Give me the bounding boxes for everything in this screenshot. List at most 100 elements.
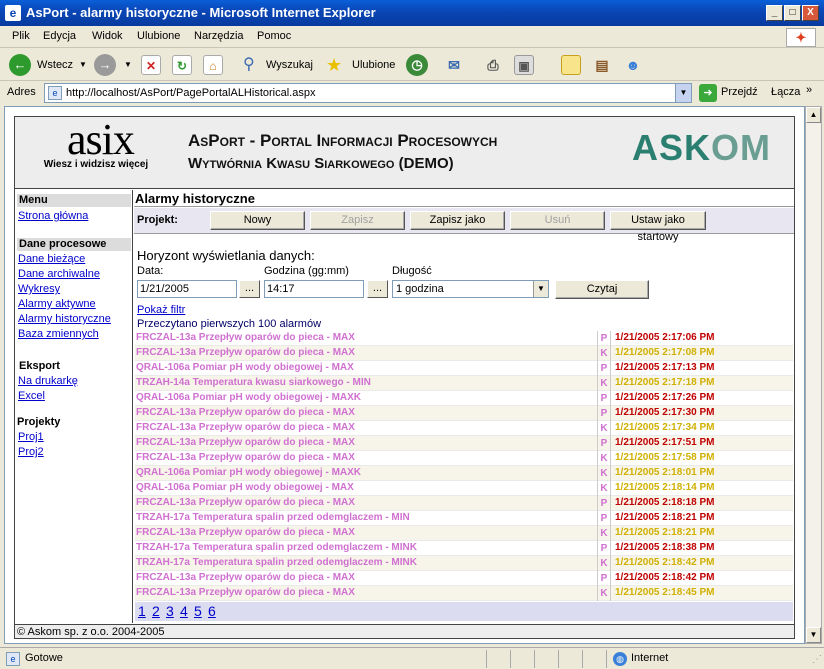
- page-link-4[interactable]: 4: [180, 603, 188, 619]
- date-picker-button[interactable]: ...: [239, 280, 260, 298]
- sidebar-item-historical-alarms[interactable]: Alarmy historyczne: [18, 313, 111, 325]
- main-content: Alarmy historyczne Projekt: Nowy Zapisz …: [134, 190, 794, 623]
- favorites-star-icon[interactable]: ★: [326, 54, 342, 76]
- forward-arrow-icon[interactable]: →: [94, 54, 116, 76]
- page-link-6[interactable]: 6: [208, 603, 216, 619]
- ie-icon: e: [5, 5, 21, 21]
- sidebar-item-print[interactable]: Na drukarkę: [18, 375, 78, 387]
- show-filter-link[interactable]: Pokaż filtr: [137, 304, 185, 316]
- time-picker-button[interactable]: ...: [367, 280, 388, 298]
- askom-logo-b: OM: [711, 127, 772, 168]
- sidebar-item-proj1[interactable]: Proj1: [18, 431, 44, 443]
- search-button-label[interactable]: Wyszukaj: [266, 54, 313, 76]
- alarm-type: P: [597, 541, 611, 556]
- alarm-row: TRZAH-17a Temperatura spalin przed odemg…: [135, 511, 793, 526]
- read-info: Przeczytano pierwszych 100 alarmów: [137, 318, 322, 330]
- sidebar-item-proj2[interactable]: Proj2: [18, 446, 44, 458]
- menu-edit[interactable]: Edycja: [43, 30, 76, 42]
- notes-icon[interactable]: [561, 55, 581, 75]
- page-link-5[interactable]: 5: [194, 603, 202, 619]
- minimize-button[interactable]: _: [766, 5, 783, 21]
- sidebar-item-home[interactable]: Strona główna: [18, 210, 88, 222]
- scroll-up-icon[interactable]: ▲: [806, 107, 821, 123]
- maximize-button[interactable]: □: [784, 5, 801, 21]
- sidebar-item-excel[interactable]: Excel: [18, 390, 45, 402]
- set-start-button[interactable]: Ustaw jako startowy: [610, 211, 706, 243]
- alarm-description: QRAL-106a Pomiar pH wody obiegowej - MAX…: [136, 467, 362, 478]
- page-link-1[interactable]: 1: [138, 603, 146, 619]
- duration-dropdown-icon[interactable]: ▼: [533, 281, 548, 297]
- menu-file[interactable]: Plik: [12, 30, 30, 42]
- mail-icon[interactable]: ✉: [444, 55, 464, 75]
- alarm-description: FRCZAL-13a Przepływ oparów do pieca - MA…: [136, 347, 355, 358]
- alarm-row: FRCZAL-13a Przepływ oparów do pieca - MA…: [135, 586, 793, 601]
- research-icon[interactable]: ▤: [592, 55, 612, 75]
- sidebar-item-current-data[interactable]: Dane bieżące: [18, 253, 85, 265]
- alarm-description: FRCZAL-13a Przepływ oparów do pieca - MA…: [136, 437, 355, 448]
- back-dropdown-icon[interactable]: ▼: [79, 54, 87, 76]
- alarm-row: FRCZAL-13a Przepływ oparów do pieca - MA…: [135, 331, 793, 346]
- time-input[interactable]: 14:17: [264, 280, 364, 298]
- alarm-row: FRCZAL-13a Przepływ oparów do pieca - MA…: [135, 451, 793, 466]
- menu-view[interactable]: Widok: [92, 30, 123, 42]
- alarm-row: TRZAH-14a Temperatura kwasu siarkowego -…: [135, 376, 793, 391]
- sidebar-item-variables[interactable]: Baza zmiennych: [18, 328, 99, 340]
- alarm-description: QRAL-106a Pomiar pH wody obiegowej - MAX: [136, 482, 354, 493]
- page-title: Alarmy historyczne: [134, 190, 794, 207]
- back-arrow-icon[interactable]: ←: [9, 54, 31, 76]
- status-divider: [558, 650, 559, 668]
- edit-icon[interactable]: ▣: [514, 55, 534, 75]
- read-button[interactable]: Czytaj: [555, 280, 649, 299]
- sidebar-item-archive-data[interactable]: Dane archiwalne: [18, 268, 100, 280]
- alarm-time: 1/21/2005 2:17:26 PM: [615, 392, 715, 403]
- alarm-table: FRCZAL-13a Przepływ oparów do pieca - MA…: [135, 331, 793, 601]
- go-button[interactable]: Przejdź: [721, 86, 758, 98]
- favorites-button-label[interactable]: Ulubione: [352, 54, 395, 76]
- project-bar: Projekt: Nowy Zapisz Zapisz jako Usuń Us…: [134, 208, 794, 243]
- delete-button[interactable]: Usuń: [510, 211, 605, 230]
- duration-select[interactable]: 1 godzina ▼: [392, 280, 549, 298]
- address-dropdown-icon[interactable]: ▼: [675, 84, 691, 102]
- alarm-time: 1/21/2005 2:17:30 PM: [615, 407, 715, 418]
- address-bar: Adres e http://localhost/AsPort/PagePort…: [0, 82, 824, 104]
- menu-tools[interactable]: Narzędzia: [194, 30, 244, 42]
- date-input[interactable]: 1/21/2005: [137, 280, 237, 298]
- menu-help[interactable]: Pomoc: [257, 30, 291, 42]
- save-as-button[interactable]: Zapisz jako: [410, 211, 505, 230]
- alarm-description: FRCZAL-13a Przepływ oparów do pieca - MA…: [136, 572, 355, 583]
- new-button[interactable]: Nowy: [210, 211, 305, 230]
- sidebar-item-charts[interactable]: Wykresy: [18, 283, 60, 295]
- alarm-type: P: [597, 391, 611, 406]
- duration-label: Długość: [392, 265, 432, 277]
- close-button[interactable]: X: [802, 5, 819, 21]
- links-button[interactable]: Łącza: [771, 86, 800, 98]
- history-icon[interactable]: ◷: [406, 54, 428, 76]
- alarm-description: FRCZAL-13a Przepływ oparów do pieca - MA…: [136, 497, 355, 508]
- menu-bar: Plik Edycja Widok Ulubione Narzędzia Pom…: [0, 26, 824, 48]
- vertical-scrollbar[interactable]: ▲ ▼: [805, 106, 822, 644]
- alarm-time: 1/21/2005 2:17:06 PM: [615, 332, 715, 343]
- stop-icon[interactable]: ✕: [141, 55, 161, 75]
- refresh-icon[interactable]: ↻: [172, 55, 192, 75]
- alarm-type: K: [597, 556, 611, 571]
- links-chevron-icon[interactable]: »: [806, 84, 812, 96]
- address-input[interactable]: e http://localhost/AsPort/PagePortalALHi…: [44, 83, 692, 103]
- security-zone: Internet: [631, 652, 669, 664]
- search-icon[interactable]: ⚲: [243, 54, 255, 76]
- scroll-down-icon[interactable]: ▼: [806, 627, 821, 643]
- sidebar-item-active-alarms[interactable]: Alarmy aktywne: [18, 298, 96, 310]
- print-icon[interactable]: ⎙: [483, 55, 503, 75]
- messenger-icon[interactable]: ☻: [623, 55, 643, 75]
- back-button-label[interactable]: Wstecz: [37, 54, 73, 76]
- home-icon[interactable]: ⌂: [203, 55, 223, 75]
- page-link-2[interactable]: 2: [152, 603, 160, 619]
- menu-favorites[interactable]: Ulubione: [137, 30, 180, 42]
- resize-grip-icon[interactable]: ⋰: [812, 654, 822, 665]
- go-arrow-icon[interactable]: ➜: [699, 84, 717, 102]
- forward-dropdown-icon[interactable]: ▼: [124, 54, 132, 76]
- page-link-3[interactable]: 3: [166, 603, 174, 619]
- save-button[interactable]: Zapisz: [310, 211, 405, 230]
- alarm-type: P: [597, 361, 611, 376]
- address-url[interactable]: http://localhost/AsPort/PagePortalALHist…: [66, 87, 315, 99]
- window-titlebar[interactable]: e AsPort - alarmy historyczne - Microsof…: [0, 0, 824, 26]
